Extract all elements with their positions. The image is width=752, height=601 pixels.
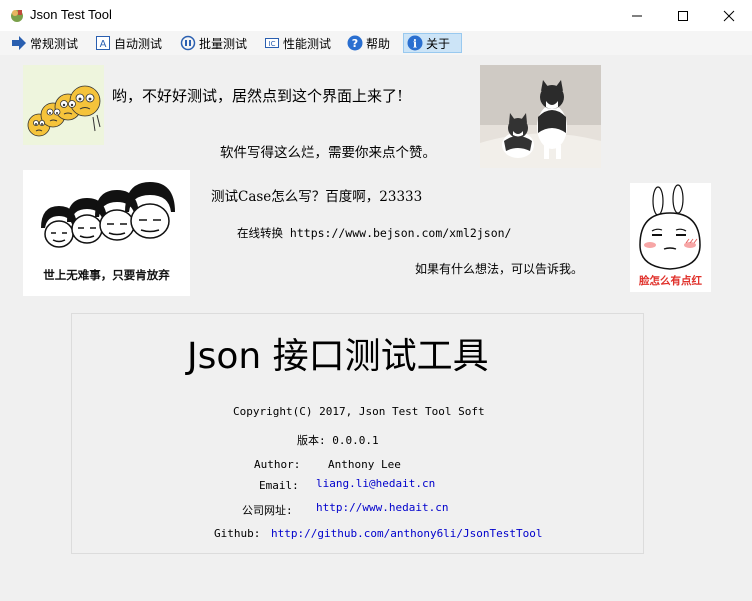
about-line-1: 哟，不好好测试，居然点到这个界面上来了! (112, 87, 404, 105)
svg-text:IC: IC (269, 40, 276, 48)
menu-bar: 常规测试 A 自动测试 批量测试 IC 性能测试 ? 帮助 i 关于 (0, 31, 752, 55)
github-label: Github: (214, 527, 261, 540)
meme-left-caption: 世上无难事，只要肯放弃 (43, 268, 170, 282)
about-line-5: 如果有什么想法，可以告诉我。 (415, 262, 584, 276)
menu-item-about[interactable]: i 关于 (403, 33, 462, 53)
close-icon (723, 10, 735, 21)
email-label: Email: (259, 479, 299, 492)
batch-test-icon (180, 35, 196, 51)
app-icon (11, 10, 23, 22)
author-value: Anthony Lee (328, 458, 401, 471)
minimize-button[interactable] (614, 0, 660, 31)
menu-item-batch-test[interactable]: 批量测试 (177, 33, 250, 53)
version-text: 版本: 0.0.0.1 (297, 434, 379, 447)
svg-text:i: i (413, 38, 417, 51)
window-title: Json Test Tool (30, 7, 112, 22)
about-line-2: 软件写得这么烂，需要你来点个赞。 (220, 145, 436, 161)
cats-photo (480, 65, 601, 168)
about-line-4: 在线转换 https://www.bejson.com/xml2json/ (237, 226, 512, 240)
about-title: Json 接口测试工具 (187, 336, 489, 377)
auto-test-icon: A (96, 36, 110, 50)
svg-text:A: A (100, 39, 107, 50)
help-icon: ? (347, 35, 363, 51)
company-site-link[interactable]: http://www.hedait.cn (316, 501, 448, 514)
menu-item-auto-test[interactable]: A 自动测试 (92, 33, 165, 53)
arrow-right-icon (12, 36, 26, 50)
menu-item-label: 关于 (426, 36, 451, 51)
menu-item-label: 性能测试 (283, 36, 332, 51)
copyright-text: Copyright(C) 2017, Json Test Tool Soft (233, 405, 485, 418)
performance-test-icon: IC (265, 38, 279, 48)
maximize-icon (678, 10, 688, 21)
emoji-faces-image (23, 65, 104, 145)
info-icon: i (407, 35, 423, 51)
menu-item-label: 帮助 (366, 36, 391, 51)
svg-text:?: ? (352, 37, 358, 50)
meme-right-caption: 脸怎么有点红 (638, 274, 702, 287)
author-label: Author: (254, 458, 301, 471)
about-line-3: 测试Case怎么写？百度啊，23333 (211, 189, 423, 205)
menu-item-label: 常规测试 (30, 36, 79, 51)
menu-item-label: 自动测试 (114, 36, 163, 51)
company-site-label: 公司网址: (242, 504, 293, 517)
minimize-icon (632, 15, 642, 16)
maximize-button[interactable] (660, 0, 706, 31)
meme-give-up-image: 世上无难事，只要肯放弃 (23, 170, 190, 296)
menu-item-normal-test[interactable]: 常规测试 (8, 33, 81, 53)
title-bar: Json Test Tool (0, 0, 752, 31)
menu-item-label: 批量测试 (199, 36, 248, 51)
github-link[interactable]: http://github.com/anthony6li/JsonTestToo… (271, 527, 543, 540)
menu-item-performance-test[interactable]: IC 性能测试 (261, 33, 334, 53)
meme-blush-image: 脸怎么有点红 (630, 183, 711, 292)
menu-item-help[interactable]: ? 帮助 (344, 33, 393, 53)
email-link[interactable]: liang.li@hedait.cn (316, 477, 435, 490)
close-button[interactable] (706, 0, 752, 31)
